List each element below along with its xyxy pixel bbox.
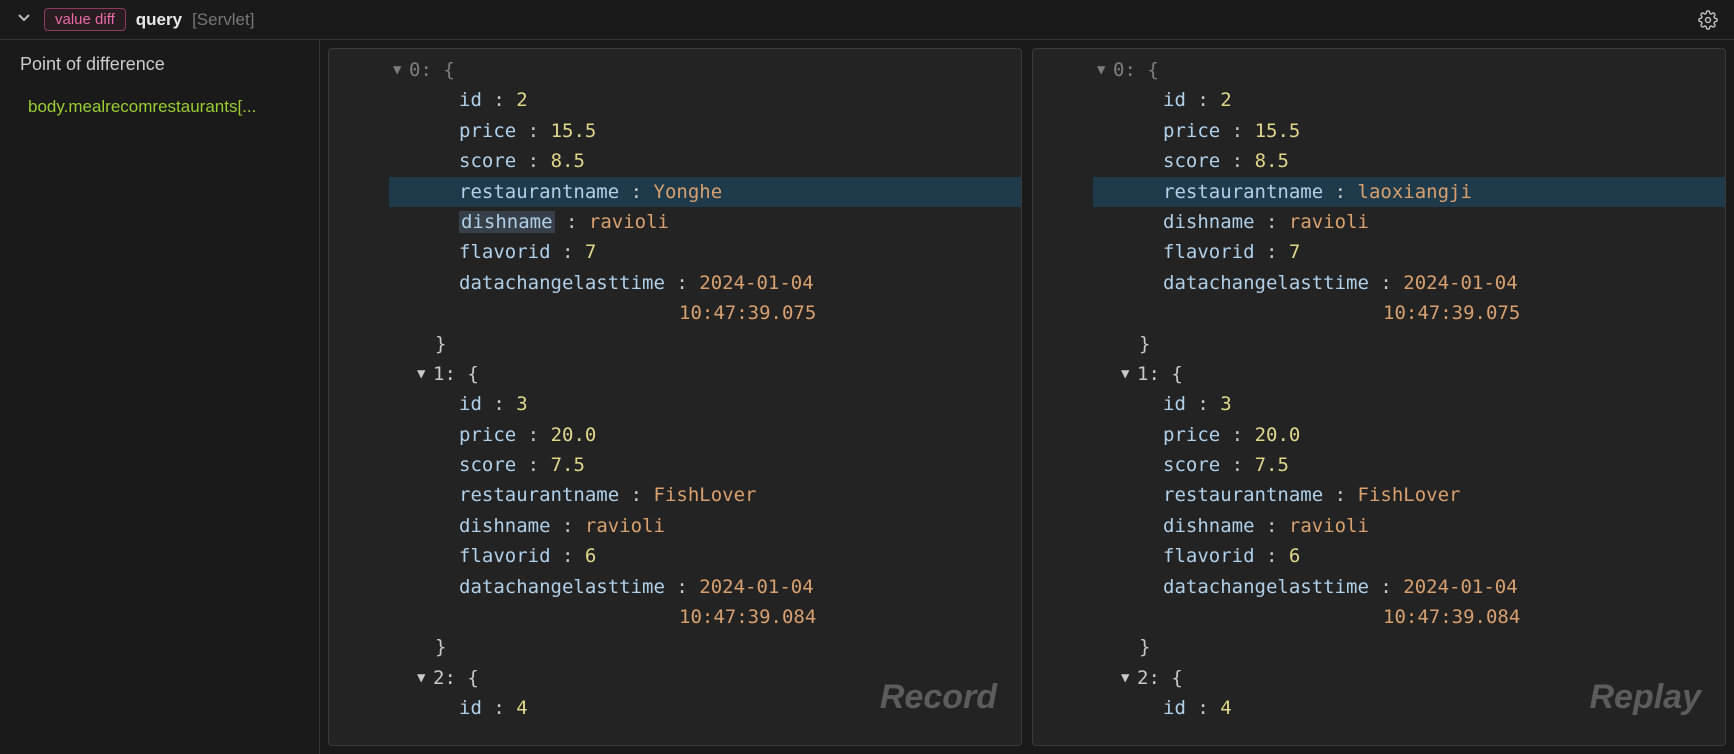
field-row-restaurantname[interactable]: restaurantname : FishLover: [1093, 480, 1725, 510]
field-row-datachangelasttime[interactable]: datachangelasttime : 2024-01-04: [389, 268, 1021, 298]
collapse-toggle-icon[interactable]: [16, 9, 34, 30]
caret-down-icon: ▼: [1097, 59, 1113, 81]
field-row-datachangelasttime-cont: 10:47:39.084: [389, 602, 1021, 632]
object-index-row[interactable]: ▼2: {: [389, 663, 1021, 693]
field-row-score[interactable]: score : 7.5: [389, 450, 1021, 480]
query-title: query: [136, 10, 182, 30]
field-row-id[interactable]: id : 2: [389, 85, 1021, 115]
field-row-id[interactable]: id : 4: [1093, 693, 1725, 723]
field-row-score[interactable]: score : 8.5: [1093, 146, 1725, 176]
object-close-brace: }: [389, 632, 1021, 662]
object-index-row[interactable]: ▼1: {: [389, 359, 1021, 389]
object-index-row[interactable]: ▼0: {: [389, 55, 1021, 85]
field-row-score[interactable]: score : 7.5: [1093, 450, 1725, 480]
field-row-price[interactable]: price : 15.5: [1093, 116, 1725, 146]
sidebar: Point of difference body.mealrecomrestau…: [0, 40, 320, 754]
field-row-price[interactable]: price : 20.0: [1093, 420, 1725, 450]
field-row-restaurantname[interactable]: restaurantname : FishLover: [389, 480, 1021, 510]
field-row-restaurantname[interactable]: restaurantname : laoxiangji: [1093, 177, 1725, 207]
field-row-datachangelasttime-cont: 10:47:39.075: [1093, 298, 1725, 328]
field-row-id[interactable]: id : 4: [389, 693, 1021, 723]
caret-down-icon: ▼: [417, 363, 433, 385]
field-row-id[interactable]: id : 2: [1093, 85, 1725, 115]
replay-scroll[interactable]: ▼0: {id : 2price : 15.5score : 8.5restau…: [1033, 49, 1725, 745]
replay-pane: ▼0: {id : 2price : 15.5score : 8.5restau…: [1032, 48, 1726, 746]
field-row-dishname[interactable]: dishname : ravioli: [389, 511, 1021, 541]
caret-down-icon: ▼: [1121, 363, 1137, 385]
sidebar-title: Point of difference: [20, 54, 299, 75]
caret-down-icon: ▼: [1121, 667, 1137, 689]
field-row-datachangelasttime[interactable]: datachangelasttime : 2024-01-04: [389, 572, 1021, 602]
field-row-datachangelasttime-cont: 10:47:39.075: [389, 298, 1021, 328]
object-index-row[interactable]: ▼1: {: [1093, 359, 1725, 389]
object-close-brace: }: [1093, 329, 1725, 359]
field-row-datachangelasttime[interactable]: datachangelasttime : 2024-01-04: [1093, 268, 1725, 298]
object-index-row[interactable]: ▼0: {: [1093, 55, 1725, 85]
field-row-datachangelasttime[interactable]: datachangelasttime : 2024-01-04: [1093, 572, 1725, 602]
query-subtitle: [Servlet]: [192, 10, 254, 30]
field-row-restaurantname[interactable]: restaurantname : Yonghe: [389, 177, 1021, 207]
object-index-row[interactable]: ▼2: {: [1093, 663, 1725, 693]
field-row-flavorid[interactable]: flavorid : 6: [1093, 541, 1725, 571]
field-row-dishname[interactable]: dishname : ravioli: [1093, 207, 1725, 237]
record-scroll[interactable]: ▼0: {id : 2price : 15.5score : 8.5restau…: [329, 49, 1021, 745]
field-row-price[interactable]: price : 20.0: [389, 420, 1021, 450]
field-row-dishname[interactable]: dishname : ravioli: [1093, 511, 1725, 541]
record-pane: ▼0: {id : 2price : 15.5score : 8.5restau…: [328, 48, 1022, 746]
header-bar: value diff query [Servlet]: [0, 0, 1734, 40]
field-row-flavorid[interactable]: flavorid : 7: [1093, 237, 1725, 267]
caret-down-icon: ▼: [417, 667, 433, 689]
field-row-datachangelasttime-cont: 10:47:39.084: [1093, 602, 1725, 632]
sidebar-item-diff-path[interactable]: body.mealrecomrestaurants[...: [20, 93, 299, 121]
field-row-id[interactable]: id : 3: [389, 389, 1021, 419]
field-row-flavorid[interactable]: flavorid : 6: [389, 541, 1021, 571]
diff-type-badge: value diff: [44, 8, 126, 31]
object-close-brace: }: [1093, 632, 1725, 662]
field-row-dishname[interactable]: dishname : ravioli: [389, 207, 1021, 237]
object-close-brace: }: [389, 329, 1021, 359]
caret-down-icon: ▼: [393, 59, 409, 81]
field-row-id[interactable]: id : 3: [1093, 389, 1725, 419]
field-row-price[interactable]: price : 15.5: [389, 116, 1021, 146]
field-row-score[interactable]: score : 8.5: [389, 146, 1021, 176]
gear-icon[interactable]: [1698, 10, 1718, 30]
field-row-flavorid[interactable]: flavorid : 7: [389, 237, 1021, 267]
